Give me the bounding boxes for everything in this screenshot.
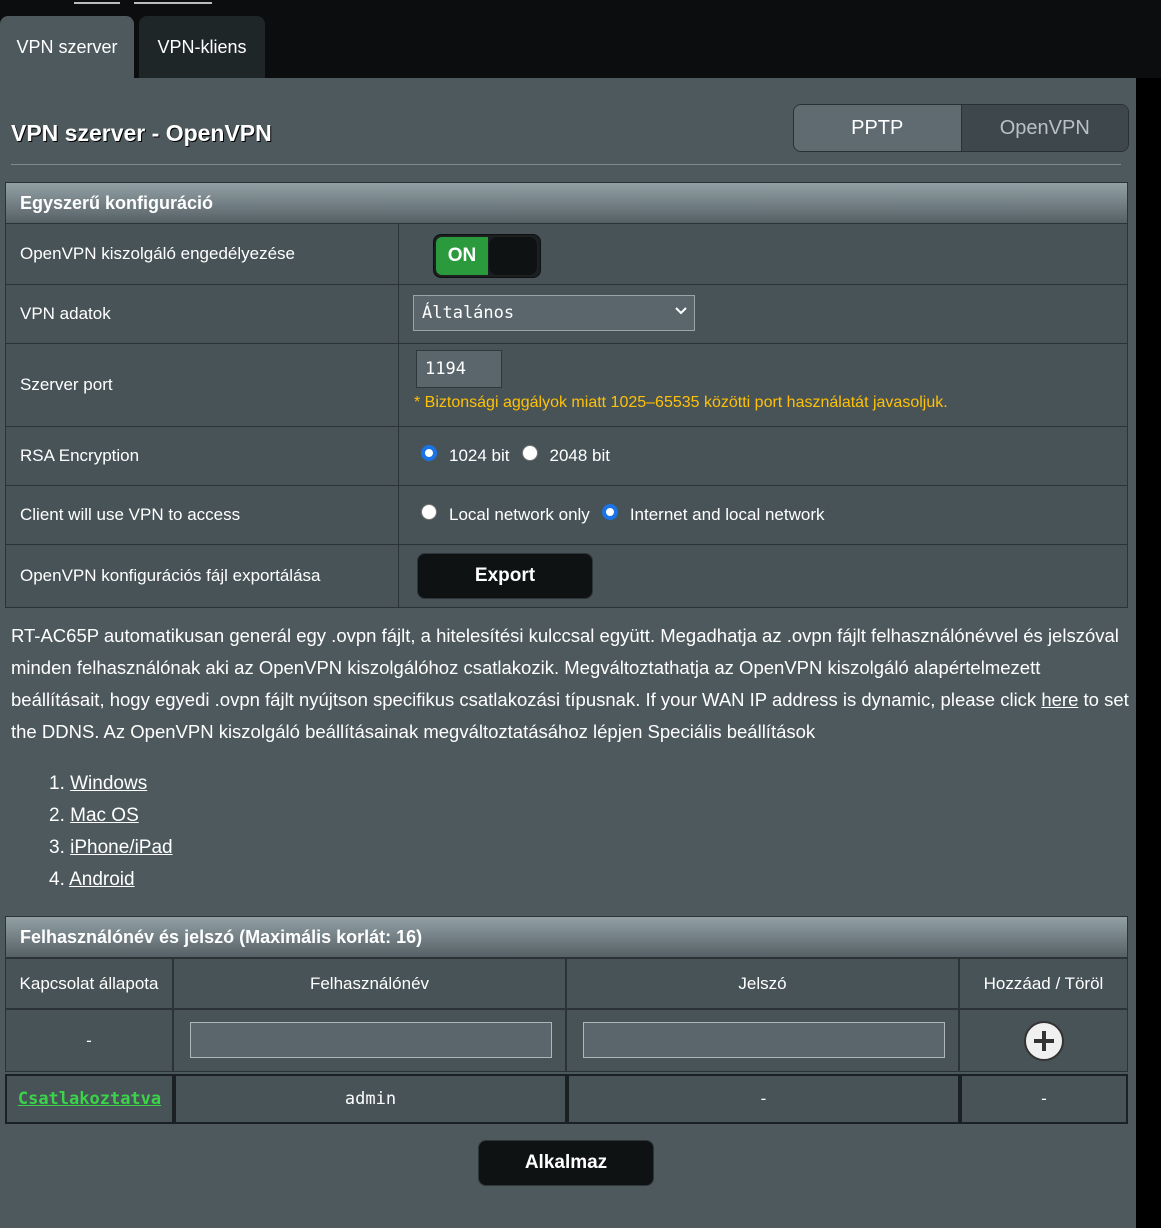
- main-panel: VPN szerver - OpenVPN PPTP OpenVPN Egysz…: [0, 78, 1136, 1228]
- protocol-switch: PPTP OpenVPN: [793, 104, 1129, 152]
- access-label: Client will use VPN to access: [6, 486, 399, 544]
- rsa-1024-radio[interactable]: [421, 445, 437, 461]
- internet-local-radio[interactable]: [601, 504, 618, 520]
- new-row-password-cell: [566, 1009, 959, 1072]
- windows-link[interactable]: Windows: [70, 773, 147, 794]
- col-status: Kapcsolat állapota: [5, 958, 173, 1009]
- page-title: VPN szerver - OpenVPN: [11, 120, 272, 146]
- openvpn-button[interactable]: OpenVPN: [961, 105, 1128, 151]
- tab-vpn-client[interactable]: VPN-kliens: [139, 16, 265, 78]
- export-row: OpenVPN konfigurációs fájl exportálása E…: [5, 545, 1128, 608]
- new-row-username-cell: [173, 1009, 566, 1072]
- export-label: OpenVPN konfigurációs fájl exportálása: [6, 545, 399, 607]
- col-password: Jelszó: [566, 958, 959, 1009]
- description-part1: RT-AC65P automatikusan generál egy .ovpn…: [11, 625, 1119, 710]
- username-input[interactable]: [190, 1022, 552, 1058]
- enable-toggle[interactable]: ON: [433, 234, 541, 278]
- toggle-on-label: ON: [436, 237, 488, 275]
- rsa-1024-label: 1024 bit: [449, 446, 510, 465]
- enable-label: OpenVPN kiszolgáló engedélyezése: [6, 224, 399, 284]
- row-status-cell: Csatlakoztatva: [5, 1074, 174, 1124]
- pptp-button[interactable]: PPTP: [794, 105, 962, 151]
- user-table-header: Felhasználónév és jelszó (Maximális korl…: [5, 916, 1128, 958]
- password-input[interactable]: [583, 1022, 945, 1058]
- rsa-row: RSA Encryption 1024 bit 2048 bit: [5, 427, 1128, 486]
- scroll-gutter: [1136, 78, 1161, 1228]
- iphone-link[interactable]: iPhone/iPad: [70, 837, 172, 858]
- apply-button[interactable]: Alkalmaz: [478, 1140, 654, 1186]
- port-row: Szerver port 1194 * Biztonsági aggályok …: [5, 344, 1128, 427]
- export-button[interactable]: Export: [417, 553, 593, 599]
- toggle-knob: [489, 237, 537, 275]
- vpn-data-row: VPN adatok Általános: [5, 285, 1128, 344]
- col-username: Felhasználónév: [173, 958, 566, 1009]
- top-bar: VPN szerver VPN-kliens: [0, 0, 1161, 78]
- breadcrumb-link[interactable]: [134, 0, 212, 4]
- new-row-status: -: [5, 1009, 173, 1072]
- macos-link[interactable]: Mac OS: [70, 805, 139, 826]
- status-link[interactable]: Csatlakoztatva: [18, 1089, 161, 1109]
- port-hint: * Biztonsági aggályok miatt 1025–65535 k…: [414, 394, 948, 411]
- new-row-action-cell: [959, 1009, 1128, 1072]
- row-action: -: [960, 1074, 1128, 1124]
- local-only-label: Local network only: [449, 505, 590, 524]
- row-username: admin: [174, 1074, 567, 1124]
- rsa-2048-label: 2048 bit: [549, 446, 611, 465]
- android-link[interactable]: Android: [69, 869, 135, 890]
- tab-vpn-server[interactable]: VPN szerver: [0, 16, 134, 78]
- os-guide-list: 1. Windows 2. Mac OS 3. iPhone/iPad 4. A…: [49, 773, 173, 890]
- chevron-down-icon: [675, 307, 687, 315]
- basic-config-header: Egyszerű konfiguráció: [5, 182, 1128, 224]
- port-label: Szerver port: [6, 344, 399, 426]
- access-row: Client will use VPN to access Local netw…: [5, 486, 1128, 545]
- add-icon[interactable]: [1023, 1020, 1064, 1061]
- local-only-radio[interactable]: [421, 504, 437, 520]
- vpn-data-select[interactable]: Általános: [413, 295, 695, 331]
- rsa-label: RSA Encryption: [6, 427, 399, 485]
- divider: [11, 164, 1121, 165]
- vpn-data-value: Általános: [422, 303, 515, 323]
- enable-row: OpenVPN kiszolgáló engedélyezése ON: [5, 224, 1128, 285]
- row-password: -: [567, 1074, 960, 1124]
- description-text: RT-AC65P automatikusan generál egy .ovpn…: [11, 620, 1129, 748]
- ddns-link[interactable]: here: [1041, 689, 1078, 710]
- internet-local-label: Internet and local network: [629, 505, 825, 524]
- rsa-2048-radio[interactable]: [521, 445, 538, 461]
- port-input[interactable]: 1194: [416, 350, 502, 388]
- col-action: Hozzáad / Töröl: [959, 958, 1128, 1009]
- breadcrumb-link[interactable]: [74, 0, 120, 4]
- vpn-data-label: VPN adatok: [6, 285, 399, 343]
